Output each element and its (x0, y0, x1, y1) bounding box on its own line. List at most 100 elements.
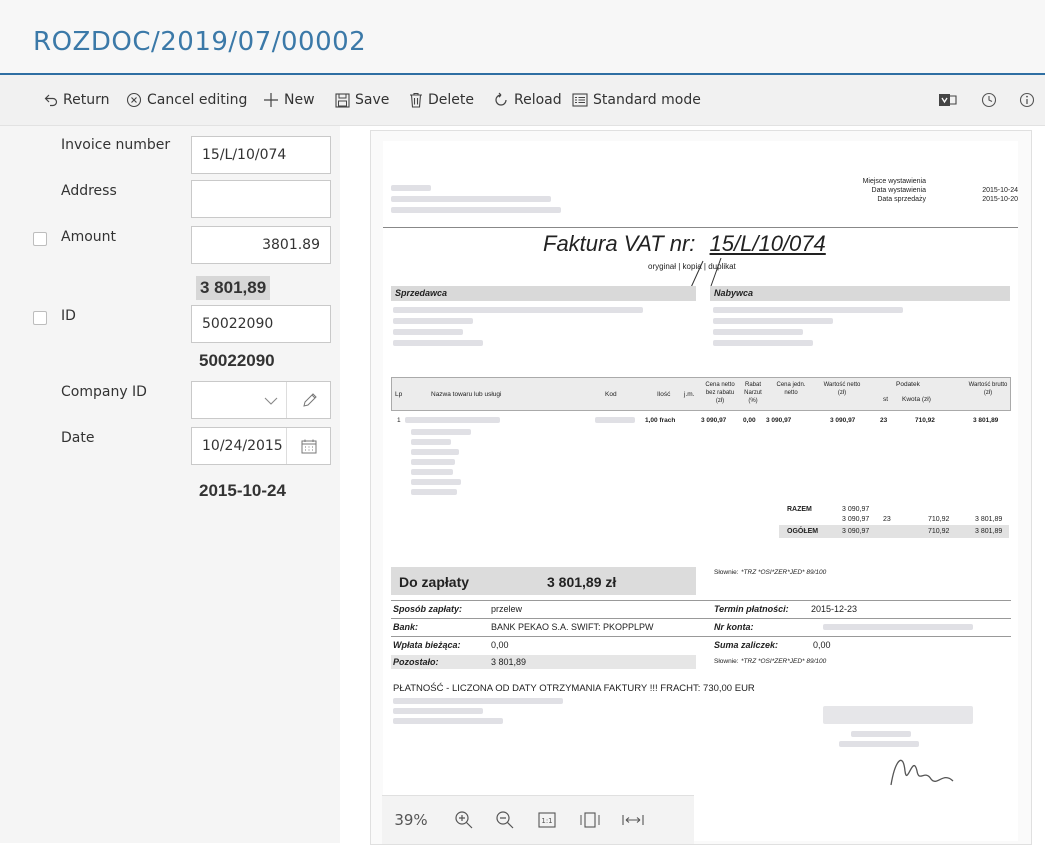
redacted-text (391, 207, 561, 213)
actual-size-icon[interactable]: 1:1 (535, 808, 559, 832)
history-clock-icon[interactable] (978, 89, 1000, 111)
edit-pencil-icon[interactable] (302, 392, 318, 412)
divider (391, 600, 1011, 601)
redacted-text (411, 429, 471, 435)
fit-width-icon[interactable] (618, 808, 648, 832)
invoice-image: Miejsce wystawienia Data wystawienia Dat… (383, 141, 1018, 841)
sum-tax: 710,92 (928, 516, 950, 523)
standard-mode-label: Standard mode (593, 92, 701, 108)
invoice-number-label: Invoice number (61, 137, 171, 153)
words-value: *TRZ *OSI*ZER*JED* 89/100 (741, 569, 827, 576)
form-mode-icon (572, 93, 588, 107)
toolbar: Return Cancel editing New Save Delete Re… (0, 75, 1045, 126)
chevron-down-icon[interactable] (264, 394, 278, 410)
account-label: Nr konta: (714, 622, 754, 632)
row-lp: 1 (397, 417, 401, 424)
redacted-text (405, 417, 500, 423)
place-label: Miejsce wystawienia (862, 178, 926, 185)
og-tax: 710,92 (928, 528, 950, 535)
payment-label: Sposób zapłaty: (393, 604, 463, 614)
date-label: Date (61, 430, 95, 446)
return-button[interactable]: Return (44, 89, 109, 111)
redacted-text (713, 318, 833, 324)
address-input[interactable] (191, 180, 331, 218)
row-rabat: 0,00 (743, 417, 756, 424)
redacted-text (393, 718, 503, 724)
row-qty: 1,00 frach (645, 417, 676, 424)
cancel-circle-icon (126, 92, 142, 108)
redacted-text (595, 417, 635, 423)
paid-label: Wpłata bieżąca: (393, 640, 461, 650)
delete-button[interactable]: Delete (409, 89, 474, 111)
zoom-out-icon[interactable] (493, 808, 517, 832)
company-id-select[interactable] (191, 381, 331, 419)
redacted-text (393, 318, 473, 324)
office-export-icon[interactable] (937, 89, 959, 111)
new-button[interactable]: New (263, 89, 315, 111)
sale-date-value: 2015-10-20 (982, 196, 1018, 203)
title-bar: ROZDOC/2019/07/00002 (0, 0, 1045, 75)
col-rabat: Rabat Narzut (%) (744, 382, 762, 404)
id-label: ID (61, 308, 76, 324)
row-net: 3 090,97 (830, 417, 856, 424)
fit-page-icon[interactable] (578, 808, 602, 832)
sum-net-2: 3 090,97 (842, 516, 870, 523)
words2-label: Słownie: (714, 658, 739, 665)
reload-icon (493, 92, 509, 108)
id-input[interactable]: 50022090 (191, 305, 331, 343)
seller-label: Sprzedawca (395, 288, 448, 298)
to-pay-value: 3 801,89 zł (547, 574, 617, 590)
buyer-header-bar (710, 286, 1010, 301)
row-unit-net: 3 090,97 (766, 417, 792, 424)
footer-note: PŁATNOŚĆ - LICZONA OD DATY OTRZYMANIA FA… (393, 683, 755, 694)
remaining-label: Pozostało: (393, 657, 439, 667)
issue-date-label: Data wystawienia (871, 187, 926, 194)
redacted-text (713, 340, 813, 346)
amount-label: Amount (61, 229, 117, 245)
redacted-text (411, 449, 459, 455)
page-title: ROZDOC/2019/07/00002 (33, 27, 367, 57)
calendar-icon[interactable] (301, 439, 317, 458)
advance-value: 0,00 (813, 640, 831, 650)
field-divider (286, 382, 287, 418)
reload-button[interactable]: Reload (493, 89, 562, 111)
return-label: Return (63, 92, 110, 108)
redacted-text (411, 439, 451, 445)
id-checkbox[interactable] (33, 311, 47, 325)
col-name: Nazwa towaru lub usługi (431, 391, 502, 398)
redacted-text (411, 469, 453, 475)
to-pay-label: Do zapłaty (399, 574, 470, 590)
zoom-in-icon[interactable] (452, 808, 476, 832)
zoom-toolbar: 39% 1:1 (382, 795, 694, 844)
razem-label: RAZEM (787, 506, 812, 513)
redacted-text (851, 731, 911, 737)
ogolem-label: OGÓŁEM (787, 528, 819, 535)
col-kwota: Kwota (zł) (902, 396, 931, 403)
issue-date-value: 2015-10-24 (982, 187, 1018, 194)
delete-label: Delete (428, 92, 474, 108)
save-button[interactable]: Save (335, 89, 389, 111)
redacted-text (391, 196, 551, 202)
redacted-text (393, 307, 643, 313)
sum-gross: 3 801,89 (975, 516, 1003, 523)
date-input[interactable]: 10/24/2015 (191, 427, 331, 465)
bank-value: BANK PEKAO S.A. SWIFT: PKOPPLPW (491, 622, 654, 632)
return-arrow-icon (44, 93, 58, 107)
info-icon[interactable] (1016, 89, 1038, 111)
id-ocr-value: 50022090 (199, 351, 275, 370)
amount-checkbox[interactable] (33, 232, 47, 246)
sum-st: 23 (883, 516, 891, 523)
amount-input[interactable]: 3801.89 (191, 226, 331, 264)
invoice-heading-number: 15/L/10/074 (709, 231, 826, 256)
col-lp: Lp (395, 391, 403, 398)
redacted-text (713, 307, 903, 313)
cancel-editing-button[interactable]: Cancel editing (126, 89, 247, 111)
document-viewer[interactable]: Miejsce wystawienia Data wystawienia Dat… (370, 130, 1032, 845)
col-gross: Wartość brutto (zł) (968, 382, 1008, 396)
invoice-number-input[interactable]: 15/L/10/074 (191, 136, 331, 174)
standard-mode-button[interactable]: Standard mode (572, 89, 701, 111)
divider (391, 618, 1011, 619)
redacted-text (393, 708, 483, 714)
redacted-text (823, 624, 973, 630)
reload-label: Reload (514, 92, 562, 108)
